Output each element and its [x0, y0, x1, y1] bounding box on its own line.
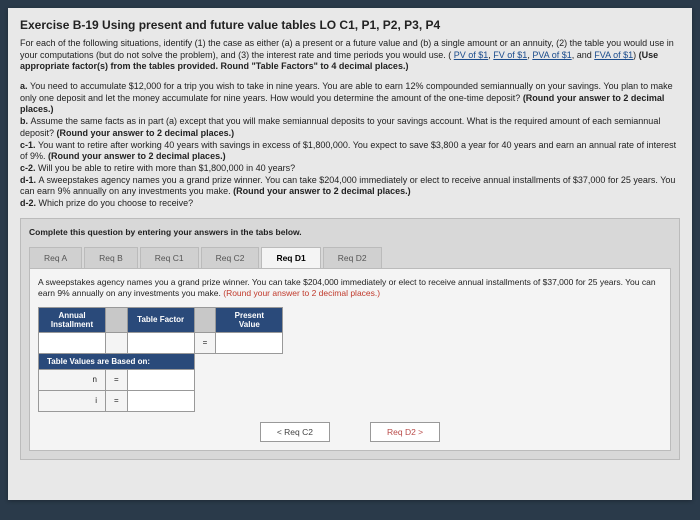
tab-req-b[interactable]: Req B — [84, 247, 138, 268]
worksheet-page: Exercise B-19 Using present and future v… — [8, 8, 692, 500]
tab-req-d2[interactable]: Req D2 — [323, 247, 382, 268]
tab-req-d1[interactable]: Req D1 — [261, 247, 320, 268]
intro-lead: For each of the following situations, id… — [20, 38, 674, 60]
label-n: n — [39, 369, 106, 390]
tab-req-c2[interactable]: Req C2 — [201, 247, 260, 268]
answer-instruction: Complete this question by entering your … — [29, 227, 671, 237]
link-fva[interactable]: FVA of $1 — [594, 50, 633, 60]
input-i[interactable] — [127, 390, 194, 411]
col-table-factor: Table Factor — [127, 307, 194, 332]
tab-strip: Req A Req B Req C1 Req C2 Req D1 Req D2 — [29, 247, 671, 269]
label-i: i — [39, 390, 106, 411]
question-parts: a. You need to accumulate $12,000 for a … — [20, 81, 680, 210]
exercise-intro: For each of the following situations, id… — [20, 38, 680, 73]
col-annual-installment: Annual Installment — [39, 307, 106, 332]
input-present-value[interactable] — [216, 332, 283, 353]
input-annual-installment[interactable] — [39, 332, 106, 353]
input-table-factor[interactable] — [127, 332, 194, 353]
tab-req-a[interactable]: Req A — [29, 247, 82, 268]
nav-buttons: < Req C2 Req D2 > — [38, 422, 662, 442]
equals-sign: = — [194, 332, 216, 353]
link-pv[interactable]: PV of $1 — [454, 50, 489, 60]
tab-req-c1[interactable]: Req C1 — [140, 247, 199, 268]
input-n[interactable] — [127, 369, 194, 390]
link-pva[interactable]: PVA of $1 — [532, 50, 571, 60]
link-fv[interactable]: FV of $1 — [493, 50, 527, 60]
row-header-basis: Table Values are Based on: — [39, 353, 195, 369]
prev-button[interactable]: < Req C2 — [260, 422, 330, 442]
active-prompt: A sweepstakes agency names you a grand p… — [38, 277, 662, 299]
tab-body: A sweepstakes agency names you a grand p… — [29, 269, 671, 451]
answer-panel: Complete this question by entering your … — [20, 218, 680, 460]
col-present-value: Present Value — [216, 307, 283, 332]
answer-table: Annual Installment Table Factor Present … — [38, 307, 283, 412]
exercise-title: Exercise B-19 Using present and future v… — [20, 18, 680, 32]
next-button[interactable]: Req D2 > — [370, 422, 440, 442]
